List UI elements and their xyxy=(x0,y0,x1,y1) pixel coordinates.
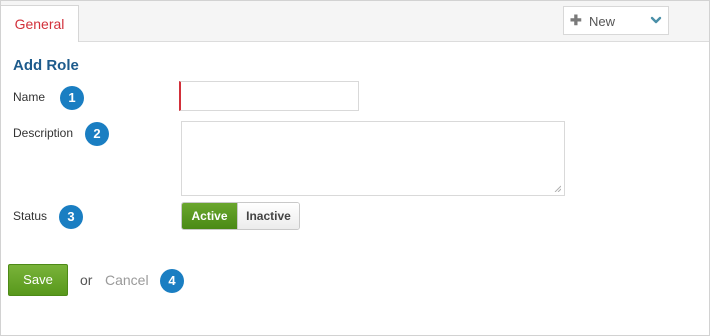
cancel-link[interactable]: Cancel xyxy=(105,272,149,288)
status-active-button[interactable]: Active xyxy=(182,203,237,229)
page-title: Add Role xyxy=(13,57,79,74)
or-text: or xyxy=(80,272,93,288)
tab-general[interactable]: General xyxy=(1,5,79,42)
name-label: Name xyxy=(13,90,46,104)
new-dropdown-label: New xyxy=(589,14,616,29)
status-label: Status xyxy=(13,209,48,223)
status-toggle: Active Inactive xyxy=(181,202,300,230)
tab-bar: General ✚ New xyxy=(1,1,709,42)
resize-grip-icon[interactable] xyxy=(554,185,561,192)
save-button[interactable]: Save xyxy=(8,264,68,296)
plus-icon: ✚ xyxy=(570,12,582,28)
callout-badge-3: 3 xyxy=(59,205,83,229)
chevron-down-icon xyxy=(650,16,662,24)
description-label: Description xyxy=(13,126,74,140)
name-input[interactable] xyxy=(179,81,359,111)
role-form-window: General ✚ New Add Role Name 1 Descriptio… xyxy=(0,0,710,336)
description-textarea[interactable] xyxy=(181,121,565,196)
callout-badge-1: 1 xyxy=(60,86,84,110)
new-dropdown-button[interactable]: ✚ New xyxy=(563,6,669,35)
callout-badge-4: 4 xyxy=(160,269,184,293)
status-inactive-button[interactable]: Inactive xyxy=(237,203,299,229)
callout-badge-2: 2 xyxy=(85,122,109,146)
